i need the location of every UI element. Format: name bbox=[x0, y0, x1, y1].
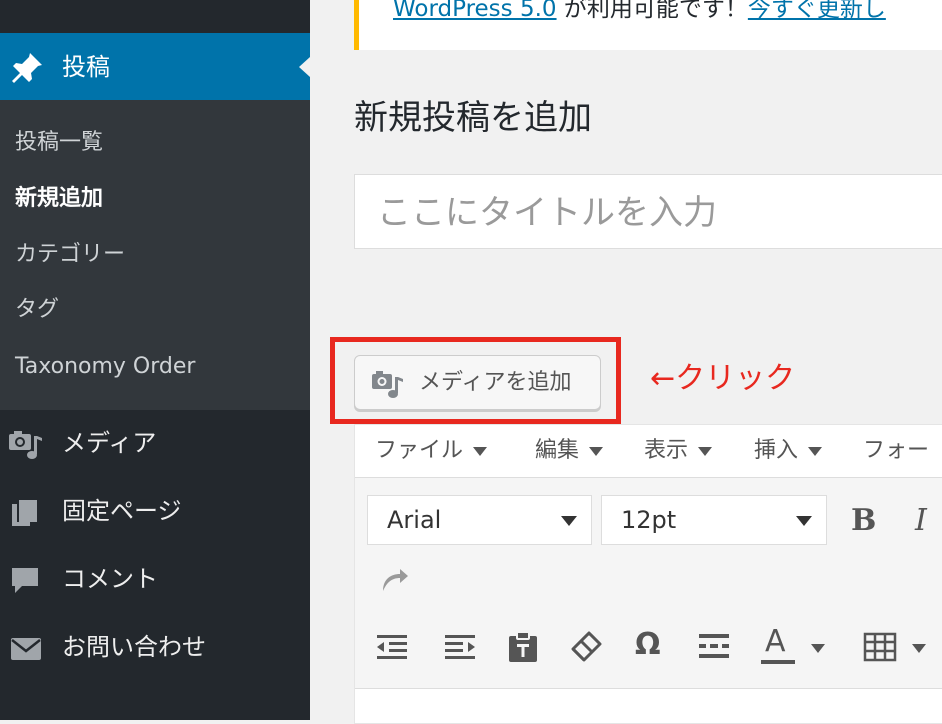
sidebar-item-label: お問い合わせ bbox=[62, 633, 206, 661]
chevron-down-icon bbox=[698, 446, 713, 456]
text-color-swatch bbox=[761, 660, 795, 664]
submenu-all-posts[interactable]: 投稿一覧 bbox=[15, 129, 103, 157]
menu-edit[interactable]: 編集 bbox=[535, 437, 604, 465]
current-menu-arrow bbox=[299, 57, 310, 77]
menu-format-label: フォー bbox=[863, 438, 930, 463]
font-size-value: 12pt bbox=[621, 506, 677, 534]
chevron-down-icon bbox=[589, 446, 604, 456]
menu-insert[interactable]: 挿入 bbox=[754, 437, 823, 465]
bold-icon[interactable]: B bbox=[851, 503, 876, 539]
pin-icon bbox=[9, 50, 45, 86]
sidebar-item-posts[interactable]: 投稿 bbox=[0, 33, 310, 100]
editor-menubar: ファイル 編集 表示 挿入 フォー bbox=[355, 425, 942, 478]
submenu-taxonomy-order[interactable]: Taxonomy Order bbox=[15, 353, 195, 381]
outdent-icon[interactable] bbox=[375, 630, 409, 664]
menu-view[interactable]: 表示 bbox=[644, 437, 713, 465]
wordpress-version-link[interactable]: WordPress 5.0 bbox=[393, 0, 557, 22]
highlight-box bbox=[330, 337, 621, 424]
indent-icon[interactable] bbox=[443, 630, 477, 664]
text-color-icon[interactable]: A bbox=[761, 624, 795, 664]
update-now-link[interactable]: 今すぐ更新し bbox=[748, 0, 886, 22]
sidebar-item-label: メディア bbox=[62, 429, 157, 457]
title-placeholder: ここにタイトルを入力 bbox=[377, 193, 717, 233]
page-title: 新規投稿を追加 bbox=[354, 98, 592, 138]
post-editor: ファイル 編集 表示 挿入 フォー Arial 12pt B I Ω A bbox=[354, 424, 942, 724]
submenu-add-new[interactable]: 新規追加 bbox=[15, 185, 103, 213]
sidebar-item-media[interactable]: メディア bbox=[0, 414, 310, 470]
chevron-down-icon bbox=[561, 516, 577, 526]
clear-formatting-icon[interactable] bbox=[569, 630, 603, 664]
table-icon[interactable] bbox=[863, 630, 897, 664]
submenu-tags[interactable]: タグ bbox=[15, 296, 59, 324]
comments-icon bbox=[8, 562, 44, 598]
page-break-icon[interactable] bbox=[697, 630, 731, 664]
editor-toolbar: Arial 12pt B I Ω A bbox=[355, 478, 942, 689]
notice-message: が利用可能です！ bbox=[556, 0, 748, 22]
media-icon bbox=[8, 426, 44, 462]
post-title-field[interactable]: ここにタイトルを入力 bbox=[354, 174, 942, 249]
paste-text-icon[interactable] bbox=[506, 630, 540, 664]
sidebar-item-comments[interactable]: コメント bbox=[0, 550, 310, 606]
sidebar-item-label: 投稿 bbox=[62, 53, 110, 81]
posts-submenu: 投稿一覧 新規追加 カテゴリー タグ Taxonomy Order bbox=[0, 100, 310, 410]
italic-icon[interactable]: I bbox=[915, 503, 927, 539]
submenu-categories[interactable]: カテゴリー bbox=[15, 241, 125, 269]
redo-icon[interactable] bbox=[377, 563, 411, 597]
menu-format[interactable]: フォー bbox=[863, 437, 929, 465]
update-notice: WordPress 5.0 が利用可能です！今すぐ更新し bbox=[354, 0, 942, 50]
click-annotation: ←クリック bbox=[650, 361, 796, 396]
sidebar-item-pages[interactable]: 固定ページ bbox=[0, 482, 310, 538]
menu-file[interactable]: ファイル bbox=[375, 437, 488, 465]
sidebar-item-label: コメント bbox=[62, 565, 158, 593]
chevron-down-icon[interactable] bbox=[912, 644, 926, 653]
font-family-select[interactable]: Arial bbox=[367, 495, 592, 545]
font-family-value: Arial bbox=[387, 506, 442, 534]
chevron-down-icon[interactable] bbox=[811, 644, 825, 653]
chevron-down-icon bbox=[808, 446, 823, 456]
special-character-icon[interactable]: Ω bbox=[635, 627, 661, 663]
sidebar-item-contact[interactable]: お問い合わせ bbox=[0, 618, 310, 674]
font-size-select[interactable]: 12pt bbox=[601, 495, 827, 545]
pages-icon bbox=[8, 494, 44, 530]
chevron-down-icon bbox=[796, 516, 812, 526]
mail-icon bbox=[8, 630, 44, 666]
menu-view-label: 表示 bbox=[644, 438, 689, 463]
sidebar-item-label: 固定ページ bbox=[62, 497, 182, 525]
chevron-down-icon bbox=[473, 446, 488, 456]
menu-insert-label: 挿入 bbox=[754, 438, 799, 463]
menu-file-label: ファイル bbox=[375, 438, 464, 463]
menu-edit-label: 編集 bbox=[535, 438, 580, 463]
text-color-label: A bbox=[765, 624, 786, 659]
admin-sidebar: 投稿 投稿一覧 新規追加 カテゴリー タグ Taxonomy Order メディ… bbox=[0, 0, 310, 720]
